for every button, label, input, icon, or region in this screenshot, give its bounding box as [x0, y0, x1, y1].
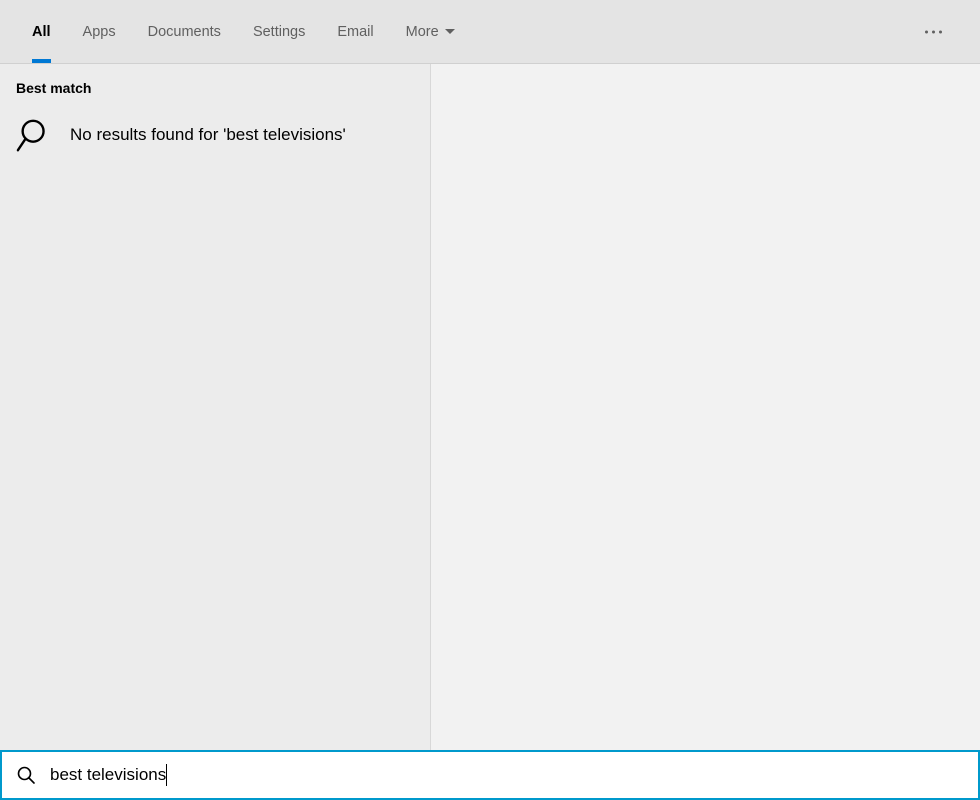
filter-tabs: All Apps Documents Settings Email More: [16, 0, 471, 63]
tab-label: Apps: [83, 24, 116, 40]
preview-panel: [430, 64, 980, 750]
options-button[interactable]: [917, 22, 950, 41]
text-cursor: [166, 764, 167, 786]
search-icon: [16, 116, 54, 154]
ellipsis-icon: [925, 30, 928, 33]
main-content: Best match No results found for 'best te…: [0, 64, 980, 750]
tab-email[interactable]: Email: [321, 0, 389, 63]
tab-documents[interactable]: Documents: [132, 0, 237, 63]
tab-label: Documents: [148, 24, 221, 40]
tab-label: Email: [337, 24, 373, 40]
tab-more[interactable]: More: [390, 0, 471, 63]
chevron-down-icon: [445, 29, 455, 34]
tab-label: Settings: [253, 24, 305, 40]
ellipsis-icon: [939, 30, 942, 33]
search-bar[interactable]: best televisions: [0, 750, 980, 800]
tab-all[interactable]: All: [16, 0, 67, 63]
section-title: Best match: [0, 80, 430, 108]
no-results-row: No results found for 'best televisions': [0, 108, 430, 162]
header-bar: All Apps Documents Settings Email More: [0, 0, 980, 64]
results-panel: Best match No results found for 'best te…: [0, 64, 430, 750]
tab-settings[interactable]: Settings: [237, 0, 321, 63]
tab-label: More: [406, 24, 439, 40]
no-results-text: No results found for 'best televisions': [70, 125, 346, 145]
search-input[interactable]: best televisions: [50, 752, 964, 798]
ellipsis-icon: [932, 30, 935, 33]
search-input-value: best televisions: [50, 765, 166, 785]
search-icon: [16, 765, 36, 785]
tab-label: All: [32, 24, 51, 40]
tab-apps[interactable]: Apps: [67, 0, 132, 63]
